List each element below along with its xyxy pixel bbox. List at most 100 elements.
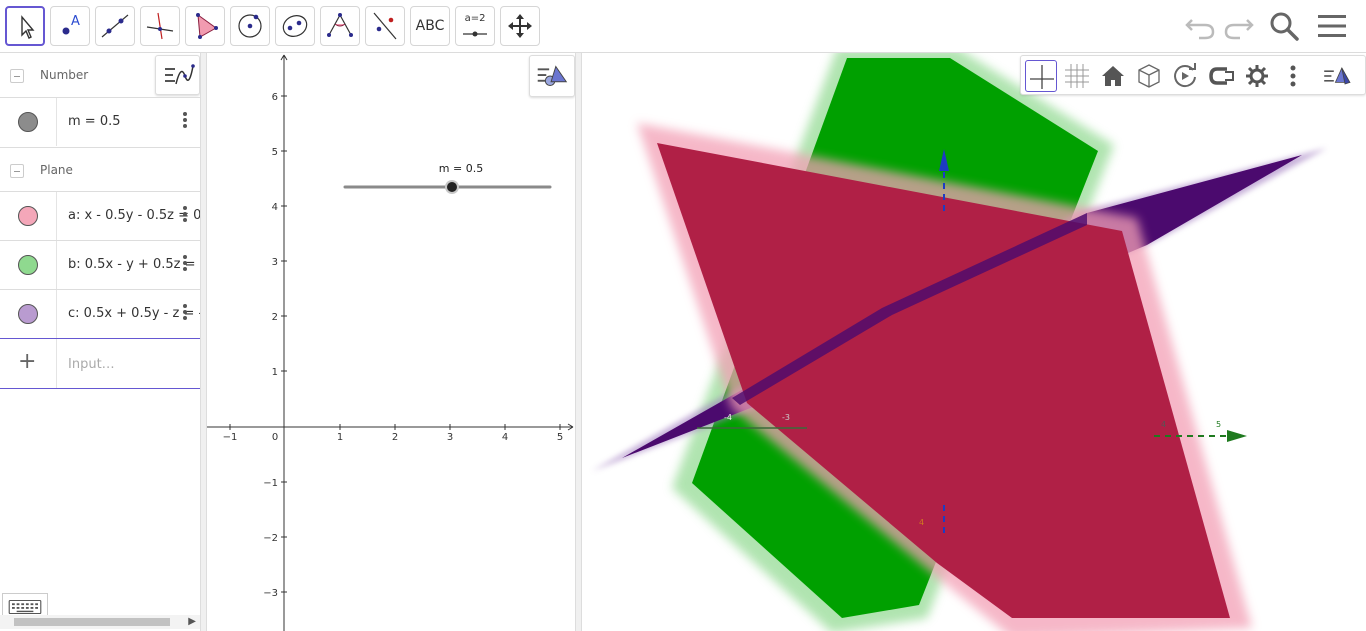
y-tick-label: 2	[272, 312, 278, 323]
more-icon[interactable]	[180, 204, 190, 226]
y-tick-label: 6	[272, 92, 278, 103]
ellipse-icon	[282, 15, 308, 37]
graphics-view-2d[interactable]: −1 0 1 2 3 4 5 6 5 4 3 2 1 −1 −2 −3 m = …	[207, 53, 575, 631]
y-tick-labels: 6 5 4 3 2 1 −1 −2 −3	[263, 92, 278, 599]
collapse-icon[interactable]	[10, 164, 24, 178]
y-tick-label: 1	[272, 367, 278, 378]
slider-handle[interactable]	[447, 182, 457, 192]
search-button[interactable]	[1266, 8, 1302, 44]
home-icon	[1102, 66, 1124, 86]
axis-label: 5	[1216, 420, 1221, 429]
style-bar-toggle-icon	[1324, 67, 1351, 85]
move-graphics-view-tool-button[interactable]	[500, 6, 540, 46]
ellipse-tool-button[interactable]	[275, 6, 315, 46]
move-arrows-icon	[508, 14, 532, 38]
point-tool-button[interactable]: A	[50, 6, 90, 46]
reflect-tool-button[interactable]	[365, 6, 405, 46]
standard-view-button[interactable]	[1097, 60, 1129, 92]
graphics-2d-style-bar-toggle[interactable]	[529, 55, 575, 97]
graphics-view-3d[interactable]: 4 5 -4 -3 4	[582, 53, 1366, 631]
view-divider-left[interactable]	[200, 53, 207, 631]
projection-button[interactable]	[1205, 60, 1237, 92]
axis-label: 4	[1161, 420, 1166, 429]
group-label: Plane	[40, 163, 73, 177]
show-grid-button[interactable]	[1061, 60, 1093, 92]
algebra-horizontal-scrollbar[interactable]: ▶	[0, 615, 200, 629]
view-divider-right[interactable]	[575, 53, 582, 631]
x-tick-labels: −1 0 1 2 3 4 5	[223, 432, 564, 443]
view-direction-button[interactable]	[1133, 60, 1165, 92]
polygon-icon	[196, 13, 218, 39]
algebra-input-row[interactable]: + Input…	[0, 338, 200, 389]
axis-label: -3	[782, 413, 790, 422]
graphics-3d-canvas[interactable]: 4 5 -4 -3 4	[582, 53, 1366, 631]
graphics-3d-style-bar-toggle[interactable]	[1321, 60, 1361, 92]
algebra-item-b[interactable]: b: 0.5x - y + 0.5z = 2	[0, 240, 200, 289]
more-options-button[interactable]	[1277, 60, 1309, 92]
group-header-plane[interactable]: Plane	[0, 147, 200, 193]
graphics-3d-style-bar	[1020, 55, 1366, 95]
undo-button[interactable]	[1183, 8, 1219, 44]
graphics-2d-canvas[interactable]: −1 0 1 2 3 4 5 6 5 4 3 2 1 −1 −2 −3 m = …	[207, 53, 575, 631]
show-axes-button[interactable]	[1025, 60, 1057, 92]
perpendicular-line-icon	[146, 12, 174, 40]
point-icon: A	[62, 14, 80, 35]
algebra-item-m[interactable]: m = 0.5	[0, 97, 200, 146]
circle-tool-button[interactable]	[230, 6, 270, 46]
redo-button[interactable]	[1220, 8, 1256, 44]
y-tick-label: 4	[272, 202, 278, 213]
row-separator	[56, 192, 57, 240]
projection-icon	[1209, 67, 1234, 85]
perpendicular-line-tool-button[interactable]	[140, 6, 180, 46]
line-icon	[101, 14, 129, 38]
redo-icon	[1224, 19, 1254, 40]
x-tick-label: 2	[392, 432, 398, 443]
algebra-expression[interactable]: m = 0.5	[68, 114, 121, 129]
x-tick-label: 0	[272, 432, 278, 443]
polygon-tool-button[interactable]	[185, 6, 225, 46]
collapse-icon[interactable]	[10, 69, 24, 83]
slider-label: m = 0.5	[439, 162, 483, 175]
settings-button[interactable]	[1241, 60, 1273, 92]
y-tick-label: 3	[272, 257, 278, 268]
text-tool-label: ABC	[415, 18, 445, 34]
search-icon	[1270, 12, 1299, 41]
visibility-marble-a[interactable]	[18, 206, 38, 226]
visibility-marble-m[interactable]	[18, 112, 38, 132]
circle-center-point-icon	[238, 14, 262, 38]
scrollbar-thumb[interactable]	[14, 618, 170, 626]
group-label: Number	[40, 68, 89, 82]
scroll-right-icon[interactable]: ▶	[188, 616, 196, 627]
rotate-view-button[interactable]	[1169, 60, 1201, 92]
algebra-style-toggle-button[interactable]	[155, 55, 200, 95]
move-tool-button[interactable]	[5, 6, 45, 46]
main-toolbar: A ABC a=2	[0, 0, 1366, 53]
angle-icon	[327, 13, 353, 37]
line-tool-button[interactable]	[95, 6, 135, 46]
y-tick-label: −2	[263, 533, 278, 544]
grid-icon	[1065, 64, 1089, 88]
more-icon[interactable]	[180, 110, 190, 132]
more-icon[interactable]	[180, 253, 190, 275]
visibility-marble-b[interactable]	[18, 255, 38, 275]
row-separator	[56, 98, 57, 146]
svg-text:A: A	[71, 14, 80, 29]
y-tick-label: 5	[272, 147, 278, 158]
x-tick-label: 4	[502, 432, 508, 443]
algebra-item-a[interactable]: a: x - 0.5y - 0.5z = 0.2	[0, 191, 200, 240]
row-separator	[56, 241, 57, 289]
more-icon	[1290, 65, 1296, 87]
visibility-marble-c[interactable]	[18, 304, 38, 324]
main-menu-button[interactable]	[1314, 8, 1350, 44]
slider-tool-button[interactable]: a=2	[455, 6, 495, 46]
x-tick-label: 1	[337, 432, 343, 443]
text-tool-button[interactable]: ABC	[410, 6, 450, 46]
algebra-item-c[interactable]: c: 0.5x + 0.5y - z = -2	[0, 289, 200, 338]
algebra-input[interactable]: Input…	[68, 357, 115, 372]
more-icon[interactable]	[180, 302, 190, 324]
plus-icon[interactable]: +	[18, 351, 36, 373]
settings-icon	[1246, 65, 1268, 87]
rotate-view-icon	[1174, 63, 1196, 88]
angle-tool-button[interactable]	[320, 6, 360, 46]
x-tick-label: 5	[557, 432, 563, 443]
